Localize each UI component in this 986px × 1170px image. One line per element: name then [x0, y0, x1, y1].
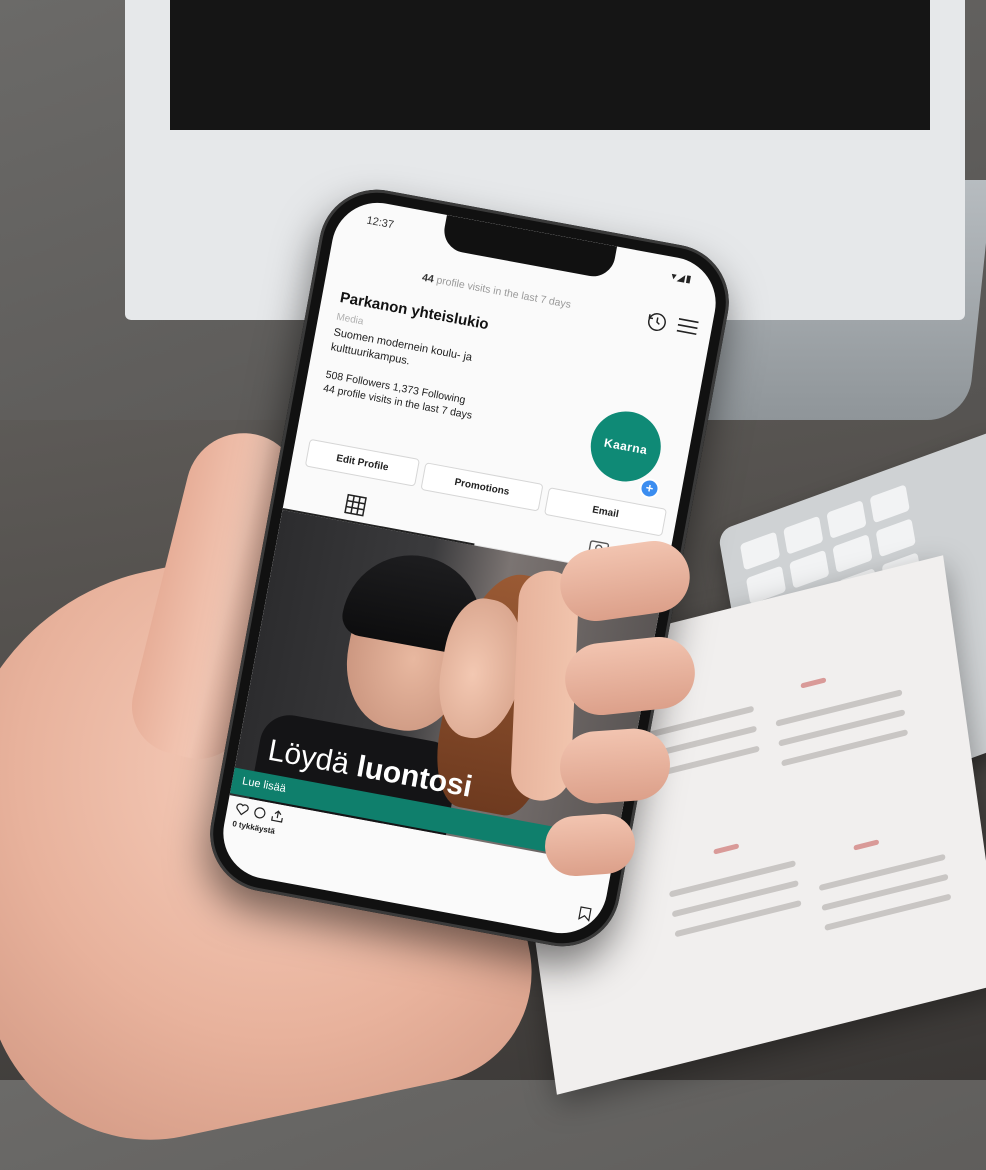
key	[783, 515, 824, 555]
edit-profile-button[interactable]: Edit Profile	[304, 438, 421, 487]
calendar-row	[775, 689, 903, 727]
finger-ring	[557, 726, 673, 806]
avatar-logo-text: Kaarna	[603, 435, 649, 458]
add-story-icon[interactable]: +	[637, 476, 662, 501]
cta-label: Lue lisää	[241, 775, 287, 796]
calendar-mark	[713, 843, 740, 855]
calendar-row	[818, 853, 946, 892]
key	[739, 531, 781, 571]
history-icon[interactable]	[644, 309, 670, 335]
monitor-screen	[170, 0, 930, 130]
status-icons: ▾◢▮	[670, 270, 694, 286]
key	[869, 484, 910, 524]
calendar-row	[668, 860, 796, 898]
key	[826, 500, 867, 539]
calendar-mark	[800, 677, 827, 689]
grid-icon[interactable]	[343, 492, 369, 518]
key	[789, 549, 830, 589]
visits-count: 44	[421, 271, 435, 286]
menu-icon[interactable]	[676, 317, 699, 336]
key	[875, 518, 916, 558]
share-icon[interactable]	[269, 808, 285, 824]
status-time: 12:37	[365, 214, 395, 232]
heart-icon[interactable]	[234, 801, 250, 817]
key	[832, 534, 873, 573]
comment-icon[interactable]	[252, 805, 268, 821]
visits-banner: 44 profile visits in the last 7 days	[421, 272, 572, 311]
visits-text: profile visits in the last 7 days	[435, 274, 572, 311]
bookmark-icon[interactable]	[578, 906, 592, 922]
calendar-mark	[853, 839, 880, 851]
